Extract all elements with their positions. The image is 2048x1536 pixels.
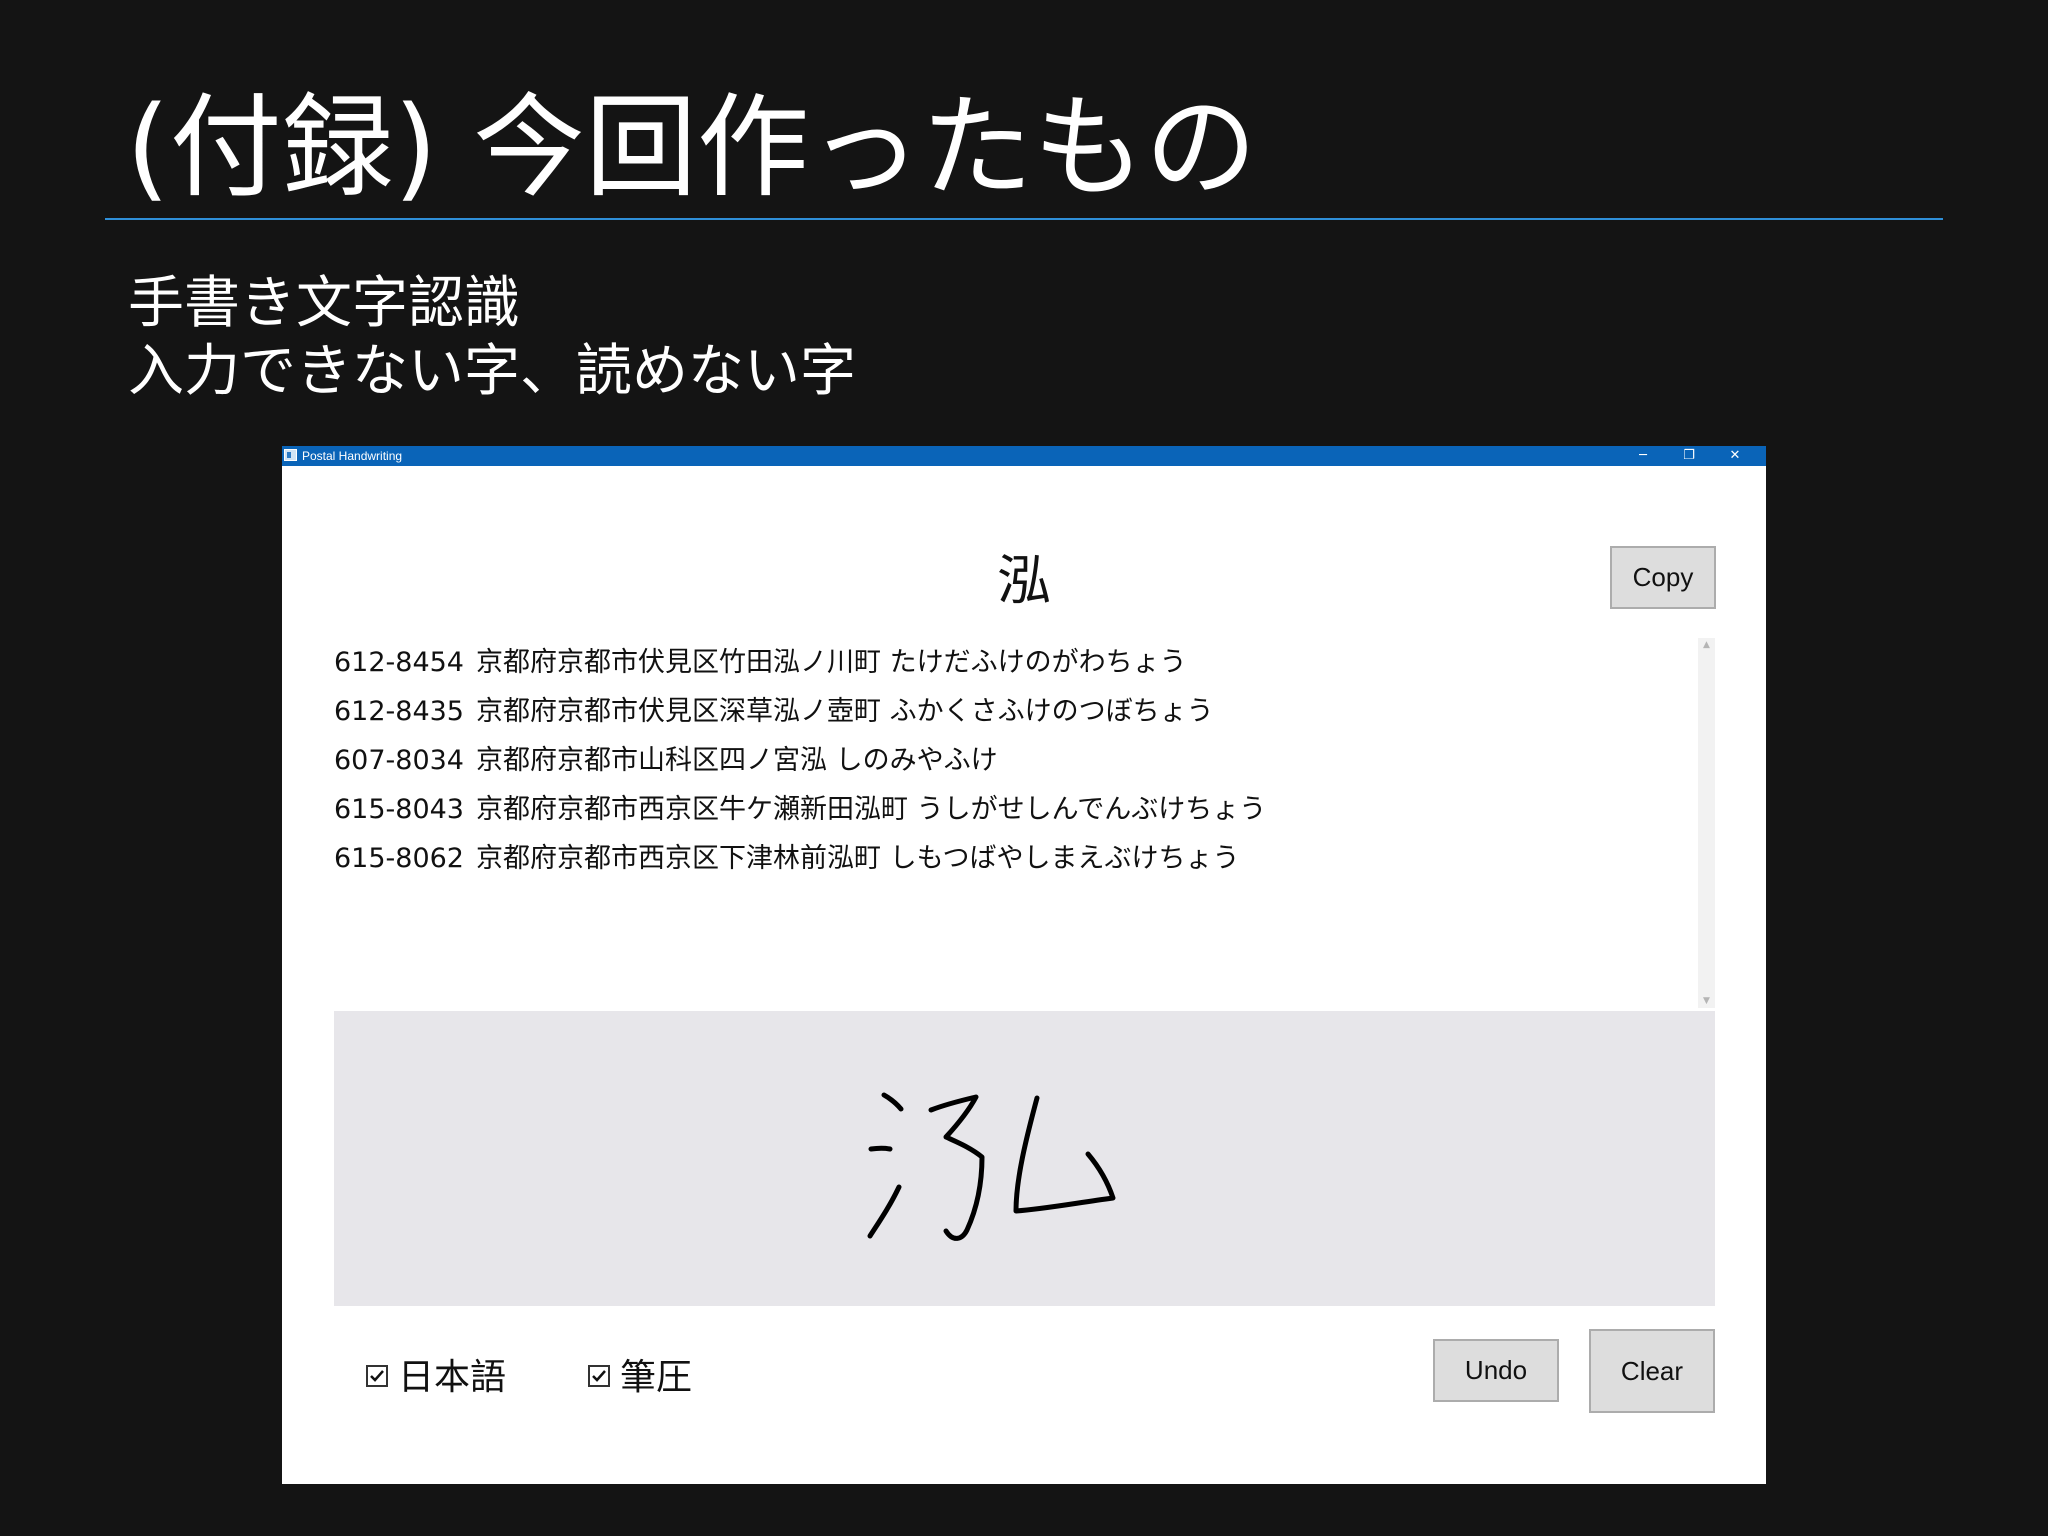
ink-stroke <box>867 1184 902 1239</box>
app-window: Postal Handwriting ─ ❐ ✕ 泓 Copy 612-8454… <box>282 446 1766 1484</box>
ink-stroke <box>868 1145 893 1152</box>
handwritten-strokes <box>867 1092 1116 1241</box>
postal-code: 615-8043 <box>334 794 464 825</box>
window-titlebar[interactable]: Postal Handwriting ─ ❐ ✕ <box>282 446 1766 466</box>
window-title: Postal Handwriting <box>302 449 403 463</box>
ink-stroke <box>881 1092 904 1112</box>
result-row[interactable]: 612-8435 京都府京都市伏見区深草泓ノ壺町 ふかくさふけのつぼちょう <box>334 687 1734 736</box>
address-text: 京都府京都市西京区下津林前泓町 しもつばやしまえぶけちょう <box>476 843 1240 874</box>
undo-button[interactable]: Undo <box>1433 1339 1559 1402</box>
scroll-up-icon[interactable]: ▲ <box>1698 638 1715 652</box>
postal-code: 615-8062 <box>334 843 464 874</box>
postal-code: 612-8435 <box>334 696 464 727</box>
result-row[interactable]: 612-8454 京都府京都市伏見区竹田泓ノ川町 たけだふけのがわちょう <box>334 638 1734 687</box>
address-text: 京都府京都市山科区四ノ宮泓 しのみやふけ <box>476 745 998 776</box>
japanese-option[interactable]: 日本語 <box>366 1356 506 1400</box>
maximize-icon[interactable]: ❐ <box>1666 446 1712 466</box>
address-text: 京都府京都市西京区牛ケ瀬新田泓町 うしがせしんでんぶけちょう <box>476 794 1267 825</box>
subtitle-line-2: 入力できない字、読めない字 <box>128 339 856 404</box>
ink-canvas[interactable] <box>334 1011 1715 1306</box>
recognized-character: 泓 <box>997 549 1051 612</box>
postal-code: 607-8034 <box>334 745 464 776</box>
japanese-option-label: 日本語 <box>398 1357 507 1398</box>
app-icon <box>284 449 297 461</box>
address-text: 京都府京都市伏見区竹田泓ノ川町 たけだふけのがわちょう <box>476 647 1187 678</box>
results-list[interactable]: 612-8454 京都府京都市伏見区竹田泓ノ川町 たけだふけのがわちょう 612-… <box>334 638 1734 883</box>
checkbox-checked-icon[interactable] <box>366 1365 388 1387</box>
copy-button[interactable]: Copy <box>1610 546 1716 609</box>
result-row[interactable]: 615-8062 京都府京都市西京区下津林前泓町 しもつばやしまえぶけちょう <box>334 834 1734 883</box>
close-icon[interactable]: ✕ <box>1712 446 1758 466</box>
subtitle-line-1: 手書き文字認識 <box>128 271 520 336</box>
results-scrollbar[interactable]: ▲ ▼ <box>1698 638 1715 1008</box>
postal-code: 612-8454 <box>334 647 464 678</box>
result-row[interactable]: 607-8034 京都府京都市山科区四ノ宮泓 しのみやふけ <box>334 736 1734 785</box>
slide-title: (付録) 今回作ったもの <box>126 83 1257 213</box>
minimize-icon[interactable]: ─ <box>1620 446 1666 466</box>
result-row[interactable]: 615-8043 京都府京都市西京区牛ケ瀬新田泓町 うしがせしんでんぶけちょう <box>334 785 1734 834</box>
checkbox-checked-icon[interactable] <box>588 1365 610 1387</box>
title-divider <box>105 218 1943 220</box>
scroll-down-icon[interactable]: ▼ <box>1698 994 1715 1008</box>
ink-stroke <box>1013 1095 1116 1214</box>
ink-stroke <box>928 1094 985 1241</box>
pressure-option[interactable]: 筆圧 <box>588 1356 692 1400</box>
pressure-option-label: 筆圧 <box>620 1357 693 1398</box>
address-text: 京都府京都市伏見区深草泓ノ壺町 ふかくさふけのつぼちょう <box>476 696 1214 727</box>
slide-subtitle: 手書き文字認識 入力できない字、読めない字 <box>128 270 856 406</box>
clear-button[interactable]: Clear <box>1589 1329 1715 1413</box>
